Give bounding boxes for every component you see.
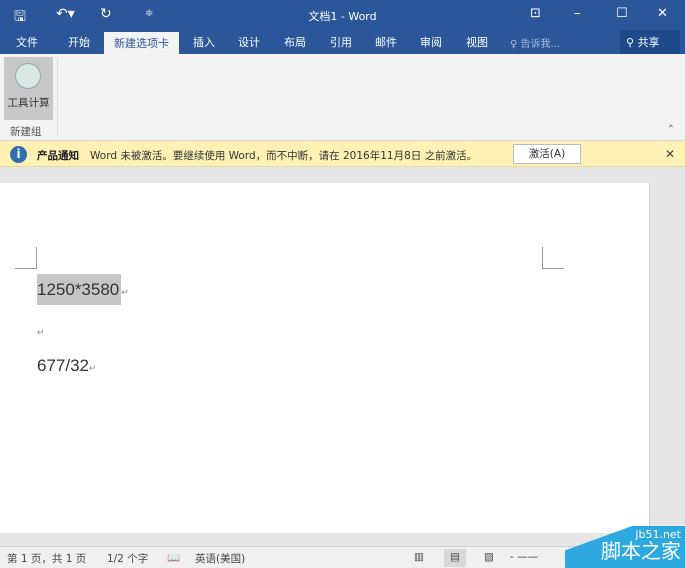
tab-mailings[interactable]: 邮件 bbox=[375, 34, 397, 50]
tab-design[interactable]: 设计 bbox=[238, 34, 260, 50]
window-title: 文档1 - Word bbox=[308, 10, 377, 23]
watermark-logo: jb51.net 脚本之家 bbox=[565, 526, 685, 568]
zoom-slider[interactable]: - —— bbox=[510, 551, 538, 563]
ribbon-display-icon[interactable]: ⊡ bbox=[530, 6, 541, 21]
lightbulb-icon: ♀ bbox=[510, 39, 518, 50]
language[interactable]: 英语(美国) bbox=[195, 551, 245, 566]
read-mode-icon[interactable]: ▥ bbox=[414, 551, 424, 563]
word-count[interactable]: 1/2 个字 bbox=[107, 551, 148, 566]
title-bar: 🖫 ↶▾ ↻ ≑ 文档1 - Word ⊡ – ☐ ✕ bbox=[0, 0, 685, 30]
group-divider bbox=[57, 58, 58, 136]
person-icon: ⚲ bbox=[626, 36, 635, 49]
margin-corner-tl bbox=[15, 247, 37, 269]
ribbon-tabs: 文件 开始 新建选项卡 插入 设计 布局 引用 邮件 审阅 视图 ♀ 告诉我..… bbox=[0, 30, 685, 54]
tool-calc-label: 工具计算 bbox=[7, 97, 50, 109]
maximize-icon[interactable]: ☐ bbox=[616, 6, 628, 21]
circle-icon bbox=[15, 63, 41, 89]
tab-home[interactable]: 开始 bbox=[68, 34, 90, 50]
tab-insert[interactable]: 插入 bbox=[193, 34, 215, 50]
notice-title: 产品通知 bbox=[37, 150, 79, 162]
vertical-scrollbar[interactable] bbox=[650, 167, 685, 547]
tell-me-input[interactable]: ♀ 告诉我... bbox=[510, 35, 560, 50]
ribbon: 工具计算 新建组 ⌃ bbox=[0, 54, 685, 141]
tab-view[interactable]: 视图 bbox=[466, 34, 488, 50]
tab-review[interactable]: 审阅 bbox=[420, 34, 442, 50]
tool-calc-button[interactable]: 工具计算 bbox=[4, 57, 53, 120]
document-page[interactable]: 1250*3580 ↵ ↵ 677/32↵ bbox=[0, 183, 650, 533]
print-layout-icon[interactable]: ▤ bbox=[444, 549, 466, 567]
notification-bar: i 产品通知 Word 未被激活。要继续使用 Word，而不中断，请在 2016… bbox=[0, 141, 685, 167]
doc-line[interactable]: 677/32↵ bbox=[37, 356, 97, 376]
group-label: 新建组 bbox=[10, 126, 42, 138]
tab-references[interactable]: 引用 bbox=[330, 34, 352, 50]
activate-button[interactable]: 激活(A) bbox=[513, 144, 581, 164]
proofing-icon[interactable]: 📖 bbox=[167, 551, 180, 564]
doc-line[interactable]: ↵ bbox=[37, 320, 45, 340]
minimize-icon[interactable]: – bbox=[574, 6, 581, 21]
tab-layout[interactable]: 布局 bbox=[284, 34, 306, 50]
web-layout-icon[interactable]: ▧ bbox=[484, 551, 494, 563]
doc-line[interactable]: 1250*3580 ↵ bbox=[37, 274, 129, 305]
tab-file[interactable]: 文件 bbox=[16, 34, 38, 50]
close-icon[interactable]: ✕ bbox=[657, 6, 668, 21]
share-button[interactable]: ⚲ 共享 bbox=[620, 30, 680, 54]
page-count[interactable]: 第 1 页，共 1 页 bbox=[7, 551, 86, 566]
info-icon: i bbox=[10, 146, 27, 163]
collapse-ribbon-icon[interactable]: ⌃ bbox=[667, 124, 675, 135]
margin-corner-tr bbox=[542, 247, 564, 269]
tab-new-tab[interactable]: 新建选项卡 bbox=[104, 32, 179, 54]
notice-message: Word 未被激活。要继续使用 Word，而不中断，请在 2016年11月8日 … bbox=[90, 150, 478, 162]
close-notice-icon[interactable]: ✕ bbox=[665, 147, 675, 161]
